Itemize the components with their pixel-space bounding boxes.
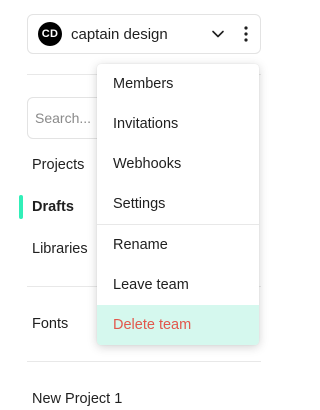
team-avatar: CD <box>38 22 62 46</box>
chevron-down-icon[interactable] <box>211 27 225 41</box>
menu-item-invitations[interactable]: Invitations <box>97 104 259 144</box>
menu-item-settings[interactable]: Settings <box>97 184 259 224</box>
team-name: captain design <box>71 25 168 43</box>
active-indicator <box>19 195 23 219</box>
team-options-menu: Members Invitations Webhooks Settings Re… <box>97 64 259 345</box>
nav-libraries[interactable]: Libraries <box>32 241 88 257</box>
nav-fonts[interactable]: Fonts <box>32 316 68 332</box>
nav-projects[interactable]: Projects <box>32 157 84 173</box>
menu-item-webhooks[interactable]: Webhooks <box>97 144 259 184</box>
vertical-dots-icon[interactable] <box>239 24 253 44</box>
menu-item-leave-team[interactable]: Leave team <box>97 265 259 305</box>
sidebar: CD captain design Projects Drafts Librar… <box>0 0 285 410</box>
menu-item-members[interactable]: Members <box>97 64 259 104</box>
team-selector[interactable]: CD captain design <box>27 14 261 54</box>
nav-drafts[interactable]: Drafts <box>32 199 74 215</box>
divider <box>27 361 261 362</box>
menu-item-delete-team[interactable]: Delete team <box>97 305 259 345</box>
menu-item-rename[interactable]: Rename <box>97 225 259 265</box>
project-item[interactable]: New Project 1 <box>32 391 122 407</box>
